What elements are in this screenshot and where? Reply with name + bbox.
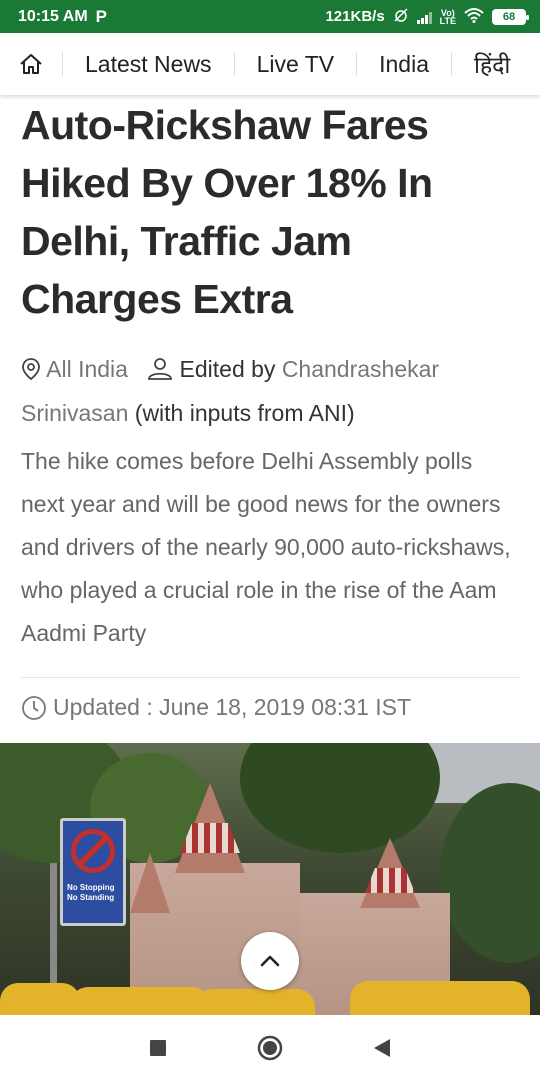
divider — [21, 677, 521, 678]
parking-app-icon: P — [95, 6, 107, 26]
status-bar: 10:15 AM P 121KB/s Vo) LTE 68 — [0, 0, 540, 33]
article-summary: The hike comes before Delhi Assembly pol… — [21, 448, 511, 646]
recents-button[interactable] — [102, 1039, 214, 1057]
nav-item-india[interactable]: India — [357, 33, 451, 95]
article: Auto-Rickshaw Fares Hiked By Over 18% In… — [21, 95, 521, 721]
scroll-to-top-button[interactable] — [241, 932, 299, 990]
image-rickshaw — [70, 987, 210, 1015]
volte-icon: Vo) LTE — [439, 7, 456, 26]
system-home-button[interactable] — [214, 1035, 326, 1061]
signal-icon — [416, 10, 432, 24]
circle-home-icon — [257, 1035, 283, 1060]
updated-timestamp: Updated : June 18, 2019 08:31 IST — [21, 694, 521, 721]
nav-item-live-tv[interactable]: Live TV — [235, 33, 357, 95]
edited-by-label: Edited by — [179, 356, 276, 382]
alarm-off-icon — [393, 7, 409, 27]
nav-item-latest-news[interactable]: Latest News — [63, 33, 234, 95]
nav-item-hindi[interactable]: हिंदी — [452, 33, 532, 95]
network-speed: 121KB/s — [325, 8, 385, 25]
user-icon — [148, 358, 173, 380]
image-tree — [440, 783, 540, 963]
image-rickshaw — [0, 983, 80, 1015]
home-button[interactable] — [0, 33, 62, 95]
clock-icon — [22, 695, 46, 720]
article-headline: Auto-Rickshaw Fares Hiked By Over 18% In… — [21, 102, 433, 322]
status-time: 10:15 AM — [18, 7, 88, 25]
system-nav-bar — [0, 1015, 540, 1080]
battery-icon: 68 — [492, 8, 529, 25]
image-rickshaw — [195, 989, 315, 1015]
image-rickshaw — [350, 981, 530, 1015]
square-recents-icon — [150, 1039, 166, 1056]
location-link[interactable]: All India — [46, 356, 128, 382]
byline: All India Edited by Chandrashekar Sriniv… — [21, 347, 521, 435]
back-button[interactable] — [326, 1038, 438, 1058]
top-nav: Latest News Live TV India हिंदी — [0, 33, 540, 95]
image-tree — [240, 743, 440, 853]
home-icon — [20, 54, 42, 74]
triangle-back-icon — [374, 1038, 390, 1057]
image-no-stopping-sign: No Stopping No Standing — [60, 818, 126, 926]
location-pin-icon — [22, 358, 40, 381]
editor-suffix: (with inputs from ANI) — [134, 400, 355, 426]
chevron-up-icon — [260, 955, 280, 967]
image-temple-stripe — [365, 868, 415, 893]
wifi-icon — [464, 7, 484, 27]
